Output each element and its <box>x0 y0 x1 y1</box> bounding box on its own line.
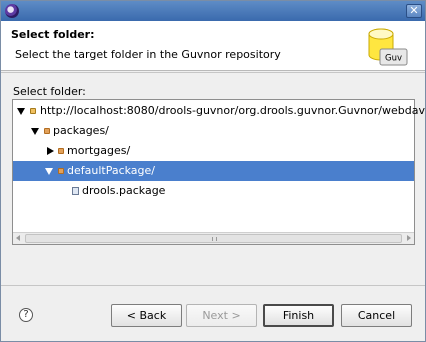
select-folder-dialog: ✕ Select folder: Select the target folde… <box>0 0 426 342</box>
tree-item-label: defaultPackage/ <box>67 164 156 177</box>
tree-item-mortgages[interactable]: mortgages/ <box>13 141 414 161</box>
tree-item-packages[interactable]: packages/ <box>13 121 414 141</box>
button-bar-separator <box>1 285 425 286</box>
select-folder-label: Select folder: <box>13 85 86 98</box>
tree-item-label: drools.package <box>82 184 166 197</box>
horizontal-scrollbar[interactable] <box>13 232 414 244</box>
banner-title: Select folder: <box>11 28 95 41</box>
expanded-chevron-icon[interactable] <box>31 128 39 135</box>
tree-item-label: http://localhost:8080/drools-guvnor/org.… <box>40 104 425 117</box>
tree-item-drools-package[interactable]: drools.package <box>13 181 414 201</box>
tree-item-defaultpackage[interactable]: defaultPackage/ <box>13 161 414 181</box>
scrollbar-grip-icon <box>212 237 217 241</box>
banner-description: Select the target folder in the Guvnor r… <box>15 48 281 61</box>
scroll-right-icon[interactable] <box>407 235 411 241</box>
folder-icon <box>58 168 64 174</box>
expanded-chevron-icon[interactable] <box>17 108 25 115</box>
scroll-left-icon[interactable] <box>16 235 20 241</box>
eclipse-icon <box>5 4 19 18</box>
close-button[interactable]: ✕ <box>406 4 422 18</box>
server-icon <box>30 108 36 114</box>
expanded-chevron-icon[interactable] <box>45 168 53 175</box>
title-bar[interactable]: ✕ <box>1 1 425 21</box>
folder-icon <box>58 148 64 154</box>
folder-tree[interactable]: http://localhost:8080/drools-guvnor/org.… <box>12 99 425 245</box>
tree-item-webdav-root[interactable]: http://localhost:8080/drools-guvnor/org.… <box>13 101 425 121</box>
banner-separator <box>1 72 425 73</box>
scrollbar-thumb[interactable] <box>25 234 402 243</box>
tree-item-label: mortgages/ <box>67 144 131 157</box>
wizard-banner: Select folder: Select the target folder … <box>1 21 425 71</box>
collapsed-chevron-icon[interactable] <box>47 147 54 155</box>
file-icon <box>72 187 79 195</box>
folder-icon <box>44 128 50 134</box>
help-button[interactable]: ? <box>19 308 33 322</box>
finish-button[interactable]: Finish <box>263 304 334 327</box>
tree-item-label: packages/ <box>53 124 109 137</box>
guvnor-repository-icon: Guv <box>368 28 408 66</box>
back-button[interactable]: < Back <box>111 304 182 327</box>
next-button[interactable]: Next > <box>186 304 257 327</box>
banner-image-label: Guv <box>385 54 402 64</box>
cancel-button[interactable]: Cancel <box>341 304 412 327</box>
